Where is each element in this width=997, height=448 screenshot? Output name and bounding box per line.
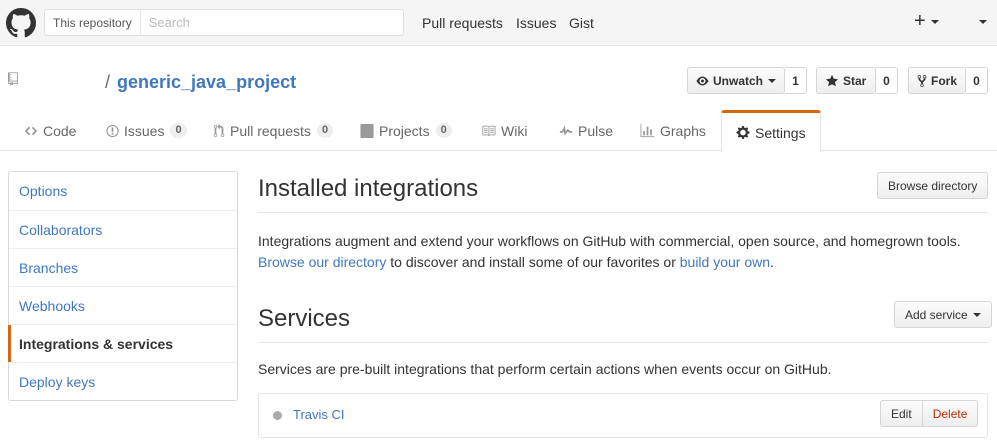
- tab-projects-label: Projects: [379, 122, 430, 139]
- star-icon: [825, 74, 839, 86]
- tab-settings-label: Settings: [755, 124, 806, 141]
- search-input[interactable]: [140, 10, 403, 35]
- user-menu-caret-icon[interactable]: [979, 20, 987, 24]
- repo-name-link[interactable]: generic_java_project: [117, 72, 296, 93]
- services-description: Services are pre-built integrations that…: [258, 361, 832, 377]
- tab-projects[interactable]: Projects 0: [360, 110, 452, 151]
- sidebar-item-deploy-keys[interactable]: Deploy keys: [9, 362, 237, 400]
- tab-settings[interactable]: Settings: [721, 110, 821, 152]
- tab-pulse[interactable]: Pulse: [559, 110, 613, 151]
- star-button[interactable]: Star: [816, 67, 876, 94]
- pull-request-icon: [213, 123, 225, 137]
- build-your-own-link[interactable]: build your own: [680, 254, 770, 270]
- browse-our-directory-link[interactable]: Browse our directory: [258, 254, 386, 270]
- settings-sidebar-menu: Options Collaborators Branches Webhooks …: [8, 171, 238, 401]
- create-new-plus-icon[interactable]: +: [914, 11, 926, 31]
- search-box: This repository: [44, 9, 404, 36]
- sidebar-item-branches[interactable]: Branches: [9, 248, 237, 286]
- tab-pull-requests-label: Pull requests: [230, 122, 311, 139]
- fork-label: Fork: [930, 73, 957, 88]
- tab-code[interactable]: Code: [24, 110, 76, 151]
- star-label: Star: [843, 73, 867, 88]
- repo-path-separator: /: [105, 72, 111, 92]
- nav-issues[interactable]: Issues: [516, 15, 556, 31]
- integrations-desc-mid: to discover and install some of our favo…: [386, 254, 680, 270]
- delete-service-button[interactable]: Delete: [922, 400, 979, 427]
- site-header: This repository Pull requests Issues Gis…: [0, 0, 997, 46]
- integrations-description: Integrations augment and extend your wor…: [258, 231, 988, 273]
- watch-count[interactable]: 1: [785, 67, 807, 94]
- repo-nav-tabs: Code Issues 0 Pull requests 0 Projects 0…: [0, 110, 997, 152]
- add-service-label: Add service: [905, 307, 968, 322]
- fork-icon: [917, 74, 927, 87]
- integrations-desc-line1: Integrations augment and extend your wor…: [258, 233, 961, 249]
- tab-projects-count: 0: [435, 122, 452, 139]
- unwatch-caret-icon: [768, 78, 776, 83]
- browse-directory-button[interactable]: Browse directory: [877, 172, 989, 199]
- tab-pull-requests-count: 0: [316, 122, 334, 139]
- tab-graphs[interactable]: Graphs: [640, 110, 706, 151]
- search-scope-badge: This repository: [45, 10, 141, 35]
- services-subhead: Services: [258, 305, 988, 343]
- nav-pull-requests[interactable]: Pull requests: [422, 15, 503, 31]
- repo-icon: [8, 72, 18, 86]
- unwatch-label: Unwatch: [712, 73, 763, 88]
- tab-wiki[interactable]: Wiki: [481, 110, 527, 151]
- sidebar-item-options[interactable]: Options: [9, 172, 237, 210]
- service-status-dot-icon: [273, 411, 282, 420]
- tab-graphs-label: Graphs: [660, 122, 706, 139]
- edit-service-button[interactable]: Edit: [880, 400, 923, 427]
- service-row: Travis CI Edit Delete: [258, 393, 988, 438]
- service-actions: Edit Delete: [880, 400, 979, 427]
- tab-wiki-label: Wiki: [501, 122, 528, 139]
- add-service-caret-icon: [972, 312, 981, 317]
- code-icon: [24, 126, 38, 135]
- add-service-button[interactable]: Add service: [894, 301, 992, 328]
- services-title: Services: [258, 305, 351, 332]
- graph-icon: [640, 123, 655, 137]
- tab-issues-count: 0: [170, 122, 187, 139]
- integrations-desc-end: .: [770, 254, 774, 270]
- issue-icon: [106, 124, 119, 137]
- star-count[interactable]: 0: [876, 67, 898, 94]
- sidebar-item-collaborators[interactable]: Collaborators: [9, 210, 237, 248]
- gear-icon: [736, 125, 750, 140]
- tab-issues-label: Issues: [124, 122, 165, 139]
- github-logo-icon[interactable]: [6, 8, 36, 38]
- pulse-icon: [559, 124, 573, 136]
- unwatch-button[interactable]: Unwatch: [687, 67, 785, 94]
- sidebar-item-integrations-services[interactable]: Integrations & services: [8, 324, 237, 362]
- fork-button[interactable]: Fork: [908, 67, 966, 94]
- service-name-link[interactable]: Travis CI: [293, 407, 345, 422]
- tab-pull-requests[interactable]: Pull requests 0: [213, 110, 334, 151]
- tab-code-label: Code: [43, 122, 77, 139]
- nav-gist[interactable]: Gist: [569, 15, 594, 31]
- fork-count[interactable]: 0: [966, 67, 988, 94]
- eye-icon: [696, 76, 709, 85]
- create-new-caret-icon[interactable]: [931, 20, 939, 24]
- project-icon: [360, 123, 374, 138]
- tab-issues[interactable]: Issues 0: [106, 110, 187, 151]
- sidebar-item-webhooks[interactable]: Webhooks: [9, 286, 237, 324]
- tab-pulse-label: Pulse: [578, 122, 614, 139]
- book-icon: [482, 125, 496, 136]
